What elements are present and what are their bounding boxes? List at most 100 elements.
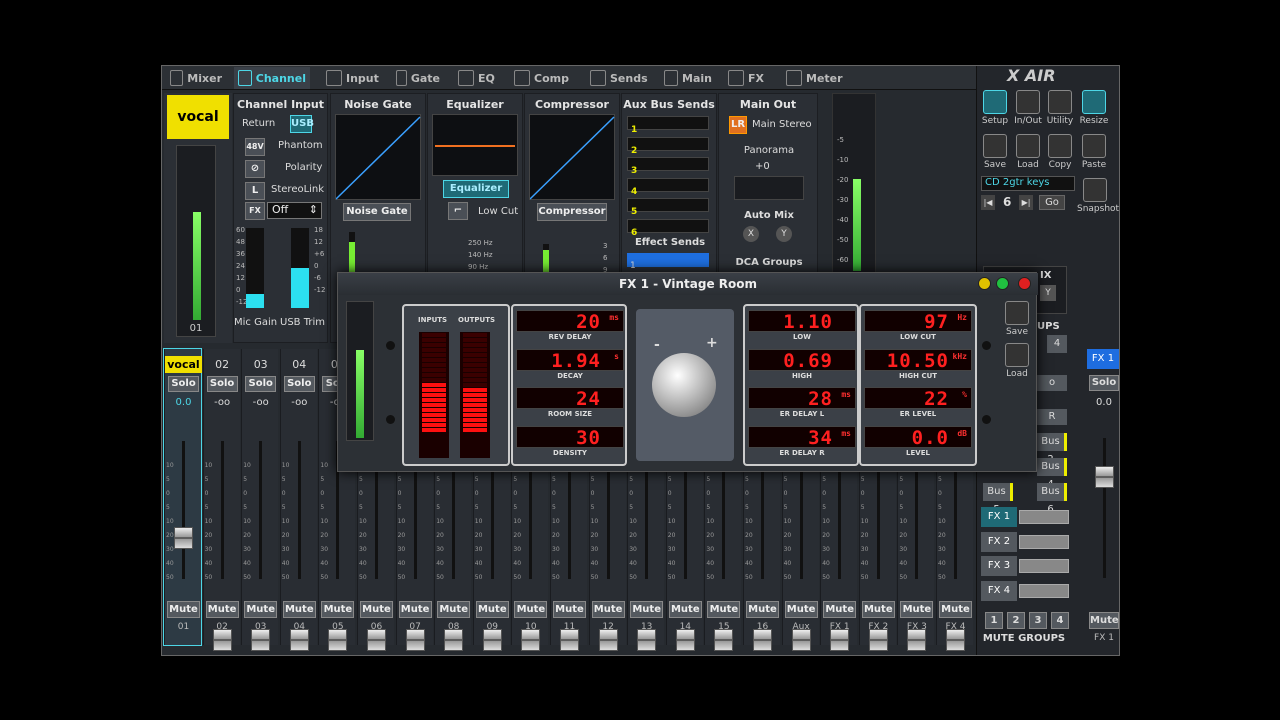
mute-button[interactable]: Mute [630,601,664,618]
minimize-icon[interactable] [978,277,991,290]
aux-send-5[interactable]: 5 [627,198,709,217]
tab-channel[interactable]: Channel [234,67,310,89]
channel-fader[interactable] [212,629,232,651]
mute-button[interactable]: Mute [823,601,857,618]
close-icon[interactable] [1018,277,1031,290]
fx-slot-2[interactable]: FX 2 [981,531,1069,552]
fx-param-level[interactable]: 0.0 dB [864,425,972,449]
mute-button[interactable]: Mute [244,601,278,618]
inout-button[interactable]: In/Out [1013,90,1043,126]
aux-send-3[interactable]: 3 [627,157,709,176]
channel-fader[interactable] [714,629,734,651]
fx-slot-3[interactable]: FX 3 [981,556,1069,576]
aux-send-4[interactable]: 4 [627,177,709,197]
reverb-knob[interactable] [652,353,716,417]
r-button[interactable]: R [1037,409,1067,425]
fx-window-title[interactable]: FX 1 - Vintage Room [338,273,1038,295]
fx1-solo-button[interactable]: Solo [1089,375,1119,391]
setup-button[interactable]: Setup [981,90,1009,126]
tab-comp[interactable]: Comp [510,67,574,89]
mute-button[interactable]: Mute [861,601,895,618]
fx-param-er-delay-l[interactable]: 28 ms [748,387,856,410]
mute-group-1[interactable]: 1 [985,612,1003,629]
fx-param-low[interactable]: 1.10 [748,310,856,333]
channel-fader[interactable] [598,629,618,651]
fx1-mute-button[interactable]: Mute [1089,612,1119,629]
noise-gate-button[interactable]: Noise Gate [343,203,411,221]
fx1-fader[interactable] [1095,466,1114,488]
bus-button-bus-4[interactable]: Bus 4 [1037,458,1067,490]
copy-button[interactable]: Copy [1045,134,1075,170]
channel-fader[interactable] [560,629,579,651]
compressor-button[interactable]: Compressor [537,203,607,221]
next-scene-button[interactable]: ▶| [1019,195,1033,210]
aux-send-2[interactable]: 2 [627,136,709,156]
fx-slot-4[interactable]: FX 4 [981,580,1069,601]
phantom-48v-button[interactable]: 48V [245,138,265,156]
channel-fader[interactable] [791,629,811,651]
aux-send-6[interactable]: 6 [627,218,709,238]
gate-graph[interactable] [335,114,421,200]
lr-button[interactable]: LR [729,116,747,134]
utility-button[interactable]: Utility [1045,90,1075,126]
mute-button[interactable]: Mute [437,601,471,618]
fx-param-density[interactable]: 30 [516,425,624,449]
fx-param-low-cut[interactable]: 97 Hz [864,310,972,333]
bus-button-bus-2[interactable]: Bus 2 [1037,433,1067,465]
channel-fader[interactable] [328,629,348,651]
channel-name-badge[interactable]: vocal [167,95,229,139]
mix-y-button[interactable]: Y [1040,285,1056,301]
save-scene-button[interactable]: Save [981,134,1009,170]
fx-save-button[interactable]: Save [1002,301,1032,337]
mute-group-3[interactable]: 3 [1029,612,1047,629]
mute-button[interactable]: Mute [746,601,779,618]
gain-value[interactable]: -oo [242,397,279,408]
fx-load-button[interactable]: Load [1002,343,1032,379]
lowcut-button[interactable]: ⌐ [448,202,468,220]
channel-fader[interactable] [675,629,695,651]
fx-window[interactable]: FX 1 - Vintage Room INPUTS OUTPUTS 20 ms R… [337,272,1038,472]
channel-fader[interactable] [444,629,464,651]
channel-fader[interactable] [830,629,850,651]
paste-button[interactable]: Paste [1077,134,1111,170]
channel-fader[interactable] [367,629,386,651]
o-button[interactable]: o [1037,375,1067,391]
tab-fx[interactable]: FX [724,67,770,89]
tab-input[interactable]: Input [322,67,384,89]
channel-fader[interactable] [868,629,888,651]
tab-eq[interactable]: EQ [454,67,500,89]
fx1-name-badge[interactable]: FX 1 [1087,349,1119,369]
mute-button[interactable]: Mute [553,601,586,618]
mute-button[interactable]: Mute [167,601,200,618]
solo-button[interactable]: Solo [245,376,277,392]
comp-graph[interactable] [529,114,615,200]
mute-group-2[interactable]: 2 [1007,612,1025,629]
fx-param-high[interactable]: 0.69 [748,348,856,372]
load-scene-button[interactable]: Load [1013,134,1043,170]
solo-button[interactable]: Solo [206,376,238,392]
aux-send-1[interactable]: 1 [627,116,709,135]
fx-insert-button[interactable]: FX [245,202,265,220]
tab-gate[interactable]: Gate [392,67,444,89]
fx-slot-1[interactable]: FX 1 [981,507,1069,527]
snapshot-button[interactable]: Snapshot [1077,178,1119,214]
fx-param-rev-delay[interactable]: 20 ms [516,310,624,333]
mute-button[interactable]: Mute [900,601,934,618]
bus-button-bus-6[interactable]: Bus 6 [1037,483,1067,515]
mute-button[interactable]: Mute [668,601,702,618]
maximize-icon[interactable] [996,277,1009,290]
pan-control[interactable] [734,176,804,200]
mute-button[interactable]: Mute [784,601,818,618]
channel-fader[interactable] [637,629,657,651]
prev-scene-button[interactable]: |◀ [981,195,995,210]
mute-button[interactable]: Mute [360,601,393,618]
fx-param-er-delay-r[interactable]: 34 ms [748,425,856,449]
strip-name[interactable]: 02 [204,356,241,373]
gain-value[interactable]: 0.0 [165,397,202,408]
solo-button[interactable]: Solo [168,376,199,392]
channel-fader[interactable] [753,629,772,651]
fx1-gain[interactable]: 0.0 [1089,397,1119,408]
go-button[interactable]: Go [1039,195,1065,210]
resize-button[interactable]: Resize [1077,90,1111,126]
channel-fader[interactable] [907,629,927,651]
